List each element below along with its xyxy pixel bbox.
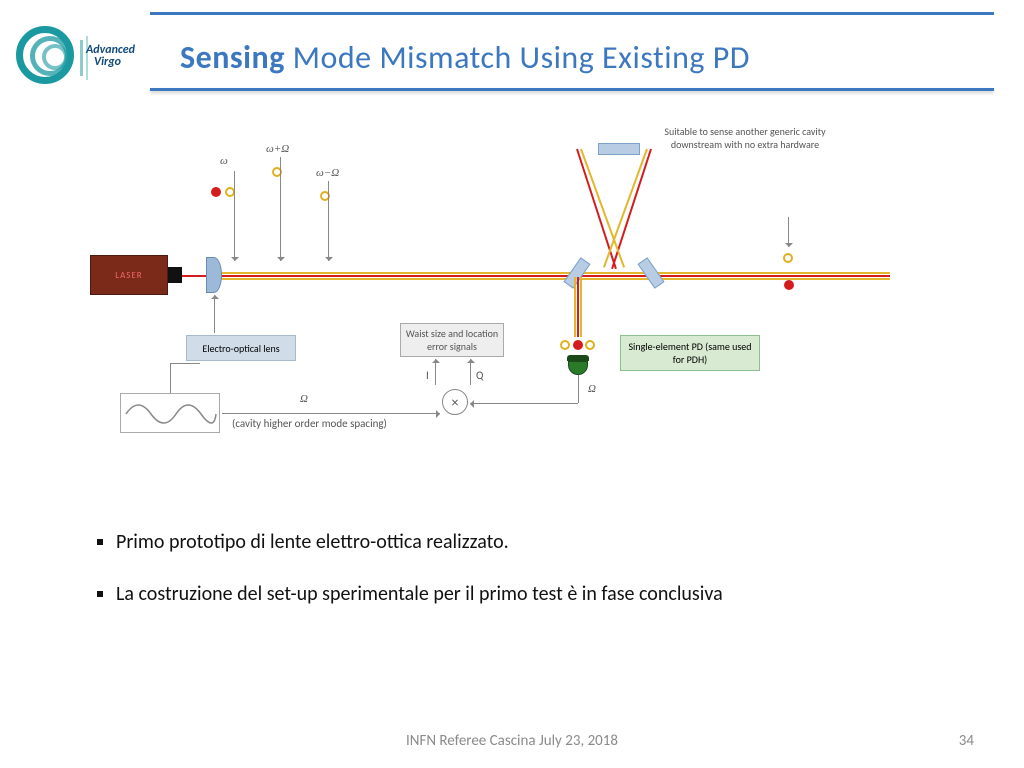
beam-red-main: [150, 275, 890, 277]
dot-red-out: [784, 280, 794, 290]
slide-title: Sensing Mode Mismatch Using Existing PD: [180, 38, 994, 77]
logo-text: Advanced Virgo: [86, 44, 135, 68]
arrow-eol-up: [214, 295, 215, 333]
laser-box: LASER: [90, 255, 168, 295]
slide-header: Advanced Virgo Sensing Mode Mismatch Usi…: [0, 0, 1024, 100]
arrow-in-2: [280, 157, 281, 261]
pd-label-box: Single-element PD (same used for PDH): [620, 335, 760, 371]
arrow-q: [470, 359, 471, 385]
eol-label-box: Electro-optical lens: [186, 335, 296, 361]
sine-wave-icon: [121, 394, 221, 434]
photodiode-icon: [568, 355, 589, 375]
oscillator-box: [120, 393, 220, 433]
wire-osc-up: [170, 363, 171, 393]
label-big-omega-2: Ω: [300, 393, 308, 405]
bullet-list: Primo prototipo di lente elettro-ottica …: [90, 530, 934, 634]
mixer-icon: ×: [442, 389, 468, 415]
footer-text: INFN Referee Cascina July 23, 2018: [0, 732, 1024, 750]
optical-diagram: LASER ω ω+Ω ω−Ω Suitable to sense anothe…: [90, 125, 890, 455]
dot-yellow-out: [783, 253, 793, 263]
top-mirror: [598, 143, 640, 155]
pd-dot-y-l: [560, 340, 570, 350]
beam-yellow-v-left: [580, 149, 625, 268]
pd-dot-y-r: [585, 340, 595, 350]
header-rule-bottom: [150, 88, 994, 91]
title-strong: Sensing: [180, 38, 285, 77]
pd-label: Single-element PD (same used for PDH): [625, 340, 755, 366]
arrow-in-3: [328, 181, 329, 261]
pd-dot-r: [573, 340, 583, 350]
wire-pd-mixer: [470, 403, 578, 404]
beam-red-down: [577, 277, 579, 337]
title-rest: Mode Mismatch Using Existing PD: [285, 38, 750, 77]
label-q: Q: [476, 369, 483, 382]
wire-osc-mixer: [222, 413, 440, 414]
label-big-omega-1: Ω: [588, 383, 596, 395]
note-top: Suitable to sense another generic cavity…: [660, 125, 830, 151]
waist-label: Waist size and location error signals: [405, 327, 499, 353]
label-omega: ω: [220, 155, 228, 167]
label-cavity-spacing: (cavity higher order mode spacing): [232, 417, 387, 430]
laser-aperture: [168, 267, 182, 283]
arrow-in-1: [234, 171, 235, 261]
advanced-virgo-logo: Advanced Virgo: [12, 22, 142, 92]
page-number: 34: [959, 732, 974, 750]
header-rule-top: [150, 12, 994, 15]
lens-icon: [206, 257, 222, 293]
laser-label: LASER: [115, 270, 142, 281]
beam-yellow-down-l: [574, 277, 576, 337]
label-i: I: [426, 369, 429, 382]
arrow-output: [788, 217, 789, 247]
eol-label: Electro-optical lens: [202, 342, 279, 355]
waist-box: Waist size and location error signals: [400, 323, 504, 357]
beam-yellow-down-r: [580, 277, 582, 337]
beam-yellow-v-right: [603, 149, 648, 268]
bullet-2: La costruzione del set-up sperimentale p…: [116, 582, 934, 606]
logo-line2: Virgo: [94, 55, 121, 69]
arrow-i: [435, 359, 436, 385]
label-omega-plus: ω+Ω: [266, 143, 289, 155]
wire-osc-across: [170, 363, 200, 364]
dot-red-1: [211, 187, 221, 197]
wire-pd-down: [578, 375, 579, 403]
label-omega-minus: ω−Ω: [316, 167, 339, 179]
bullet-1: Primo prototipo di lente elettro-ottica …: [116, 530, 934, 554]
beam-yellow-upper: [210, 272, 890, 274]
